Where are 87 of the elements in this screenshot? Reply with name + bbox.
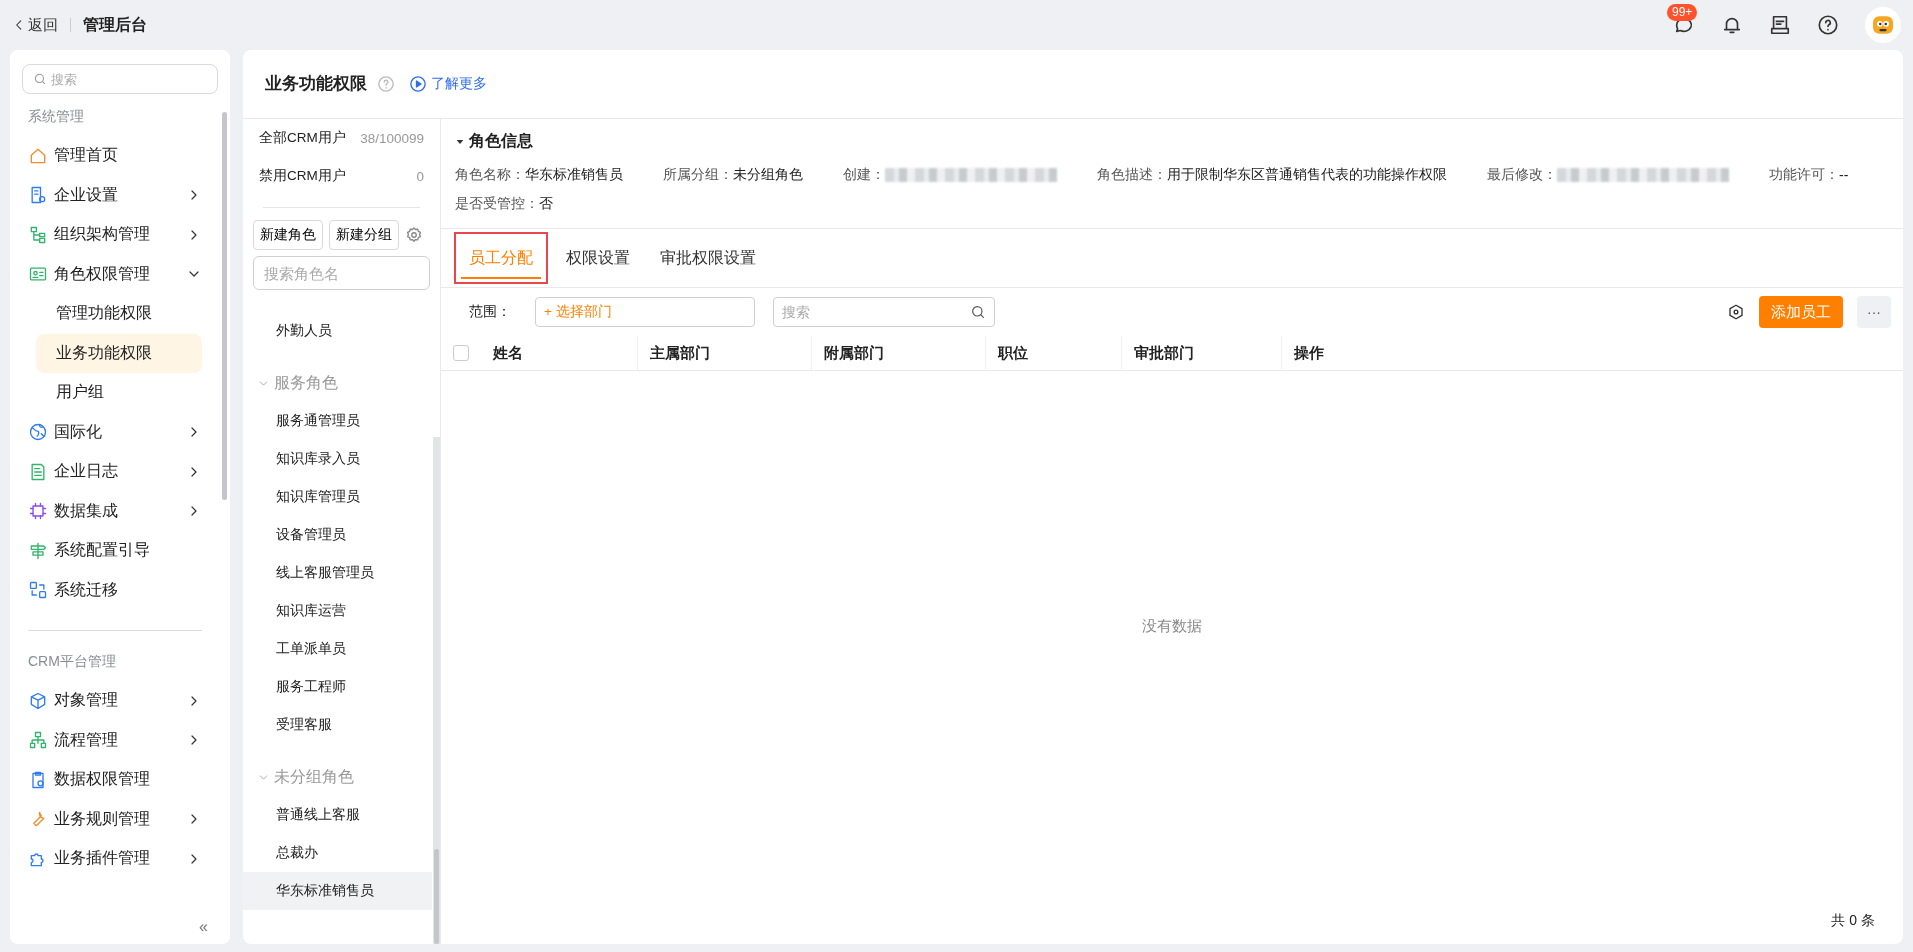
tab[interactable]: 权限设置	[551, 229, 645, 287]
play-circle-icon	[409, 75, 427, 93]
role-item[interactable]: 设备管理员	[243, 516, 432, 554]
globe-icon	[28, 422, 48, 443]
nav-item[interactable]: 系统迁移	[10, 570, 216, 610]
tab[interactable]: 审批权限设置	[645, 229, 771, 287]
field-value: 未分组角色	[733, 165, 803, 184]
hierarchy-icon	[28, 224, 48, 245]
back-button[interactable]: 返回	[12, 15, 58, 35]
empty-message: 没有数据	[1142, 617, 1202, 636]
nav-item[interactable]: 数据权限管理	[10, 760, 216, 800]
count-label: 禁用CRM用户	[259, 167, 346, 185]
avatar[interactable]	[1865, 7, 1901, 43]
role-item[interactable]: 线上客服管理员	[243, 554, 432, 592]
toolbar-button[interactable]: 新建分组	[329, 220, 399, 250]
hexagon-settings-icon[interactable]	[1727, 303, 1745, 321]
role-item[interactable]: 服务工程师	[243, 668, 432, 706]
nav-item[interactable]: 对象管理	[10, 681, 216, 721]
section-title: 角色信息	[469, 131, 533, 151]
field-label: 角色描述：	[1097, 165, 1167, 184]
count-label: 全部CRM用户	[259, 129, 346, 147]
nav-item[interactable]: 系统配置引导	[10, 531, 216, 571]
count-value: 0	[416, 168, 424, 184]
collapse-button[interactable]: «	[199, 918, 208, 936]
role-item[interactable]: 知识库管理员	[243, 478, 432, 516]
field-label: 是否受管控：	[455, 194, 539, 213]
nav-item[interactable]: 国际化	[10, 412, 216, 452]
section-heading: CRM平台管理	[27, 652, 117, 671]
flow-tree-icon	[28, 730, 48, 751]
page-title: 业务功能权限	[265, 73, 367, 94]
field-label: 功能许可：	[1769, 165, 1839, 184]
chip-icon	[28, 501, 48, 522]
nav-item[interactable]: 业务插件管理	[10, 839, 216, 879]
settings-icon[interactable]	[405, 226, 423, 244]
section-heading: 系统管理	[27, 107, 85, 126]
nav-item[interactable]: 数据集成	[10, 491, 216, 531]
role-item[interactable]: 总裁办	[243, 834, 432, 872]
nav-subitem[interactable]: 管理功能权限	[36, 294, 202, 334]
role-item[interactable]: 服务通管理员	[243, 402, 432, 440]
column-header: 附属部门	[812, 336, 986, 370]
scrollbar-thumb[interactable]	[434, 849, 439, 944]
field-label: 最后修改：	[1487, 165, 1557, 184]
search-icon	[33, 72, 47, 86]
nav-item[interactable]: 管理首页	[10, 136, 216, 176]
scope-label: 范围：	[469, 303, 511, 321]
more-button[interactable]: ···	[1857, 296, 1891, 328]
field-label: 角色名称：	[455, 165, 525, 184]
field-label: 所属分组：	[663, 165, 733, 184]
search-field[interactable]: 搜索角色名	[253, 256, 430, 290]
role-item[interactable]: 工单派单员	[243, 630, 432, 668]
signpost-icon	[28, 540, 48, 561]
column-header: 职位	[986, 336, 1122, 370]
nav-subitem[interactable]: 用户组	[36, 373, 202, 413]
search-field[interactable]: 搜索	[773, 297, 995, 327]
nav-item[interactable]: 流程管理	[10, 720, 216, 760]
field-value: 华东标准销售员	[525, 165, 623, 184]
nav-item[interactable]: 企业设置	[10, 175, 216, 215]
search-field[interactable]: 搜索	[22, 64, 218, 94]
learn-more-link[interactable]: 了解更多	[409, 75, 487, 93]
nav-item[interactable]: 业务规则管理	[10, 799, 216, 839]
field-value: --	[1839, 166, 1849, 183]
notification-badge: 99+	[1667, 4, 1698, 21]
nav-item[interactable]: 企业日志	[10, 452, 216, 492]
help-icon[interactable]	[1817, 14, 1839, 36]
field-value: 否	[539, 194, 553, 213]
nav-item[interactable]: 组织架构管理	[10, 215, 216, 255]
role-item[interactable]: 外勤人员	[243, 312, 432, 350]
role-item[interactable]: 普通线上客服	[243, 796, 432, 834]
count-value: 38/100099	[360, 130, 424, 146]
toolbar-button[interactable]: 新建角色	[253, 220, 323, 250]
role-item[interactable]: 受理客服	[243, 706, 432, 744]
column-header: 姓名	[493, 336, 638, 370]
app-title: 管理后台	[83, 14, 147, 35]
search-icon	[970, 304, 986, 320]
role-item[interactable]: 知识库运营	[243, 592, 432, 630]
select-all-checkbox[interactable]	[453, 345, 469, 361]
column-header: 审批部门	[1122, 336, 1282, 370]
field-label: 创建：	[843, 165, 885, 184]
column-header: 操作	[1293, 343, 1324, 363]
role-item[interactable]: 华东标准销售员	[243, 872, 432, 910]
inbox-icon[interactable]	[1769, 14, 1791, 36]
role-item[interactable]: 知识库录入员	[243, 440, 432, 478]
total-count: 共 0 条	[1831, 912, 1875, 928]
column-header: 主属部门	[638, 336, 812, 370]
nav-item[interactable]: 角色权限管理	[10, 254, 216, 294]
nav-subitem[interactable]: 业务功能权限	[36, 333, 202, 373]
field-value: 用于限制华东区普通销售代表的功能操作权限	[1167, 165, 1447, 184]
